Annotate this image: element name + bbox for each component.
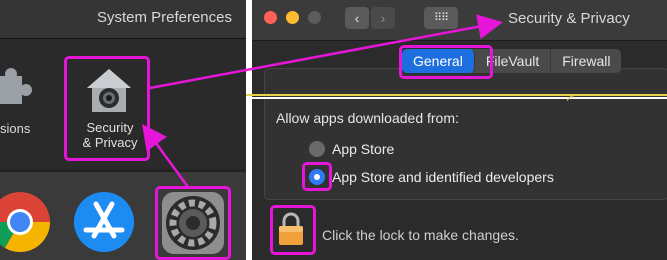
system-preferences-gear-icon[interactable] [160, 190, 226, 256]
tab-bar: General FileVault Firewall [402, 49, 622, 73]
allow-apps-label: Allow apps downloaded from: [276, 110, 459, 126]
window-title: System Preferences [96, 9, 232, 26]
show-all-grid-button[interactable]: ⠿⠿ [424, 7, 458, 29]
forward-button[interactable]: › [371, 7, 395, 29]
minimize-button[interactable] [286, 11, 299, 24]
radio-app-store-and-identified-developers[interactable] [309, 169, 325, 185]
title-bar: ‹ › ⠿⠿ Security & Privacy [252, 0, 667, 41]
chevron-left-icon: ‹ [354, 10, 360, 26]
lock-message: Click the lock to make changes. [322, 227, 519, 243]
system-preferences-window: System Preferences sions Security & Priv… [0, 0, 246, 260]
tab-firewall[interactable]: Firewall [551, 49, 621, 73]
close-button[interactable] [264, 11, 277, 24]
security-privacy-house-icon[interactable] [84, 66, 134, 116]
option-identified-developers-label[interactable]: App Store and identified developers [332, 169, 554, 185]
tab-filevault[interactable]: FileVault [475, 49, 552, 73]
security-privacy-label-line2: & Privacy [82, 135, 138, 150]
lock-icon[interactable] [278, 212, 304, 246]
security-privacy-pane[interactable]: Security & Privacy [70, 120, 150, 150]
security-privacy-window: ‹ › ⠿⠿ Security & Privacy General FileVa… [252, 0, 667, 260]
extensions-label: sions [0, 121, 31, 136]
radio-app-store[interactable] [309, 141, 325, 157]
zoom-button[interactable] [308, 11, 321, 24]
extensions-icon[interactable] [0, 64, 40, 114]
grid-icon: ⠿⠿ [433, 12, 449, 24]
chevron-right-icon: › [380, 10, 386, 26]
back-button[interactable]: ‹ [345, 7, 369, 29]
window-title: Security & Privacy [508, 10, 630, 27]
tab-general[interactable]: General [402, 49, 475, 73]
app-store-icon[interactable] [72, 190, 136, 254]
chrome-icon[interactable] [0, 190, 56, 254]
security-privacy-label-line1: Security [86, 120, 134, 135]
title-bar: System Preferences [0, 0, 246, 39]
option-app-store-label[interactable]: App Store [332, 141, 394, 157]
